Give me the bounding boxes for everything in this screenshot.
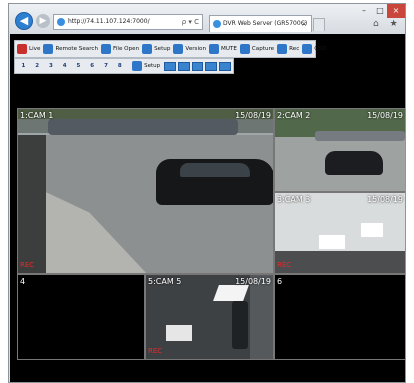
version-label: Version	[185, 46, 206, 52]
cam3-light-panel	[319, 235, 345, 249]
camera-date: 15/08/19	[235, 111, 271, 120]
rec-indicator: REC	[277, 261, 292, 269]
info-icon	[173, 44, 184, 54]
tab-dvr-web-server[interactable]: DVR Web Server (GR5700C) ×	[209, 15, 312, 32]
camera-label: 3:CAM 3	[277, 195, 311, 204]
cam2-cars	[315, 131, 405, 141]
camera-view-1[interactable]: 1:CAM 1 15/08/19 REC	[17, 108, 274, 274]
osd-icon	[302, 44, 313, 54]
channel-2-button[interactable]: 2	[32, 61, 43, 72]
capture-label: Capture	[251, 46, 275, 52]
cam5-ceiling-light	[213, 285, 249, 301]
command-icons[interactable]: ⌂ ★ ⚙	[373, 19, 405, 29]
display-setup-label: Setup	[144, 63, 161, 69]
osd-button[interactable]: OSD	[302, 44, 327, 54]
ie-icon	[57, 18, 65, 26]
gear-icon	[142, 44, 153, 54]
camera-date: 15/08/19	[367, 111, 403, 120]
back-button[interactable]: ◀	[15, 12, 33, 30]
tab-close-icon[interactable]: ×	[301, 16, 307, 32]
cam2-dark-car	[325, 151, 383, 175]
camera-view-4[interactable]: 4	[17, 274, 145, 360]
rec-indicator: REC	[20, 261, 35, 269]
cam3-light-panel	[361, 223, 383, 237]
remote-search-label: Remote Search	[55, 46, 99, 52]
cam1-building-corner	[18, 135, 46, 273]
grid-setup-icon	[132, 61, 143, 71]
setup-button[interactable]: Setup	[142, 44, 170, 54]
rec-indicator: REC	[148, 347, 163, 355]
camera-label: 5:CAM 5	[148, 277, 182, 286]
mute-button[interactable]: MUTE	[209, 44, 237, 54]
layout-2x2-button[interactable]	[177, 61, 190, 71]
channel-6-button[interactable]: 6	[87, 61, 98, 72]
record-icon	[277, 44, 288, 54]
rec-label: Rec	[289, 46, 300, 52]
version-button[interactable]: Version	[173, 44, 206, 54]
folder-icon	[101, 44, 112, 54]
channel-1-button[interactable]: 1	[18, 61, 29, 72]
search-icon	[43, 44, 54, 54]
mute-label: MUTE	[221, 46, 237, 52]
cam3-counter	[275, 251, 405, 273]
live-label: Live	[29, 46, 41, 52]
cam1-parked-cars	[48, 119, 238, 135]
camera-label: 2:CAM 2	[277, 111, 311, 120]
camera-view-6[interactable]: 6	[274, 274, 405, 360]
setup-label: Setup	[154, 46, 171, 52]
rec-button[interactable]: Rec	[277, 44, 299, 54]
channel-5-button[interactable]: 5	[73, 61, 84, 72]
camera-view-3[interactable]: 3:CAM 3 15/08/19 REC	[274, 192, 405, 274]
forward-button[interactable]: ▶	[36, 14, 50, 28]
layout-1x1-button[interactable]	[164, 61, 176, 71]
speaker-icon	[209, 44, 219, 54]
address-bar[interactable]: http://74.11.107.124:7000/ ρ ▾ C	[53, 14, 203, 30]
camera-date: 15/08/19	[367, 195, 403, 204]
camera-icon	[239, 44, 250, 54]
cam5-wall	[250, 275, 273, 359]
channel-3-button[interactable]: 3	[46, 61, 57, 72]
tab-favicon-icon	[213, 20, 221, 28]
camera-view-5[interactable]: 5:CAM 5 15/08/19 REC	[145, 274, 274, 360]
close-button[interactable]: ×	[387, 4, 405, 18]
address-text: http://74.11.107.124:7000/	[68, 18, 150, 25]
camera-label: 6	[277, 277, 283, 286]
channel-4-button[interactable]: 4	[59, 61, 70, 72]
header-band	[10, 80, 405, 104]
remote-search-button[interactable]: Remote Search	[43, 44, 98, 54]
channel-toolbar: 1 2 3 4 5 6 7 8 Setup	[14, 58, 234, 74]
live-icon	[17, 44, 27, 54]
browser-titlebar: ◀ ▶ http://74.11.107.124:7000/ ρ ▾ C DVR…	[9, 4, 405, 34]
file-open-button[interactable]: File Open	[101, 44, 139, 54]
address-tools[interactable]: ρ ▾ C	[182, 15, 199, 29]
page-content: Live Remote Search File Open Setup Versi…	[10, 34, 405, 382]
camera-view-2[interactable]: 2:CAM 2 15/08/19	[274, 108, 405, 192]
camera-label: 1:CAM 1	[20, 111, 54, 120]
bottom-bar	[10, 360, 405, 382]
cam5-door	[232, 301, 248, 349]
browser-window: ◀ ▶ http://74.11.107.124:7000/ ρ ▾ C DVR…	[8, 3, 406, 383]
cam5-light-panel	[166, 325, 192, 341]
capture-button[interactable]: Capture	[239, 44, 275, 54]
layout-fullscreen-button[interactable]	[219, 61, 232, 71]
channel-7-button[interactable]: 7	[101, 61, 112, 72]
osd-label: OSD	[314, 46, 327, 52]
camera-label: 4	[20, 277, 26, 286]
main-toolbar: Live Remote Search File Open Setup Versi…	[14, 40, 327, 58]
channel-8-button[interactable]: 8	[114, 61, 125, 72]
live-button[interactable]: Live	[17, 44, 40, 54]
new-tab-button[interactable]	[313, 18, 325, 31]
layout-4x4-button[interactable]	[205, 61, 218, 71]
file-open-label: File Open	[113, 46, 140, 52]
display-setup-button[interactable]: Setup	[132, 61, 160, 71]
tab-title: DVR Web Server (GR5700C)	[223, 20, 308, 27]
layout-3x3-button[interactable]	[191, 61, 204, 71]
cam1-suv-window	[180, 163, 250, 177]
camera-date: 15/08/19	[235, 277, 271, 286]
